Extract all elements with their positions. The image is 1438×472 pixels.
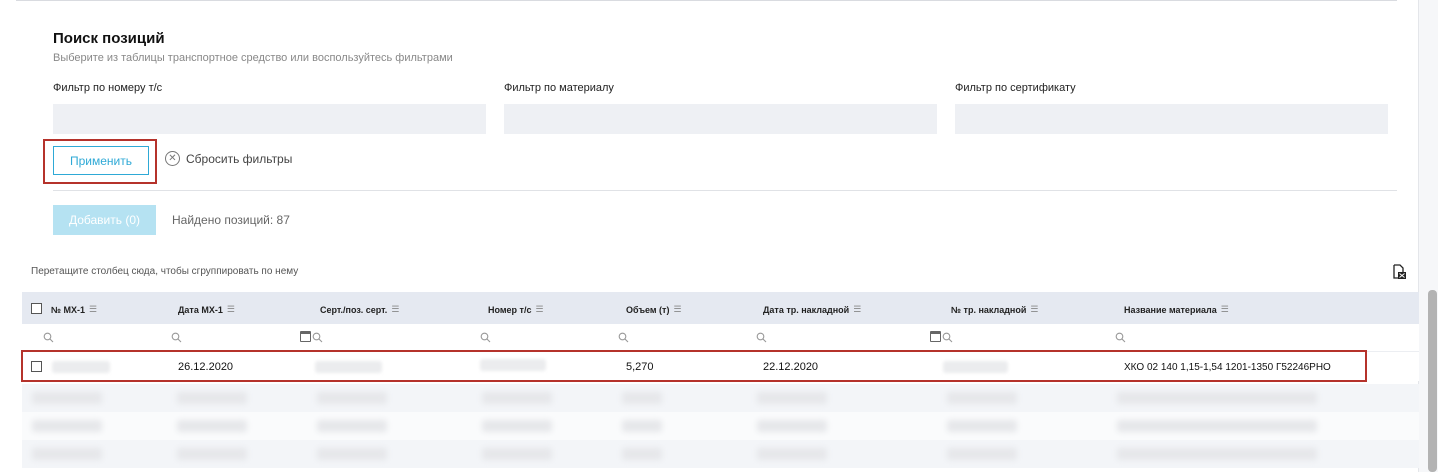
- search-icon[interactable]: [1115, 332, 1126, 343]
- column-header-mx1-number[interactable]: № МХ-1 ☰: [51, 304, 97, 315]
- apply-button[interactable]: Применить: [53, 146, 149, 175]
- column-header-waybill-number[interactable]: № тр. накладной ☰: [951, 304, 1038, 315]
- table-row[interactable]: [22, 440, 1419, 468]
- select-all-checkbox[interactable]: [31, 303, 42, 314]
- section-subtitle: Выберите из таблицы транспортное средств…: [53, 52, 453, 64]
- search-icon[interactable]: [312, 332, 323, 343]
- filter-icon[interactable]: ☰: [391, 304, 399, 315]
- certificate-filter-input[interactable]: [955, 104, 1388, 134]
- column-header-mx1-date[interactable]: Дата МХ-1 ☰: [178, 304, 235, 315]
- search-icon[interactable]: [480, 332, 491, 343]
- export-excel-icon[interactable]: [1392, 264, 1406, 279]
- reset-filters-button[interactable]: ✕ Сбросить фильтры: [165, 151, 292, 166]
- filter-icon[interactable]: ☰: [1030, 304, 1038, 315]
- table-row[interactable]: [22, 384, 1419, 412]
- filter-icon[interactable]: ☰: [535, 304, 543, 315]
- search-icon[interactable]: [942, 332, 953, 343]
- filter-icon[interactable]: ☰: [673, 304, 681, 315]
- group-panel-hint: Перетащите столбец сюда, чтобы сгруппиро…: [31, 266, 299, 277]
- positions-panel: Поиск позиций Выберите из таблицы трансп…: [0, 0, 1419, 472]
- filter-icon[interactable]: ☰: [227, 304, 235, 315]
- column-filter-row: [22, 324, 1419, 352]
- column-header-waybill-date[interactable]: Дата тр. накладной ☰: [763, 304, 861, 315]
- filter-icon[interactable]: ☰: [853, 304, 861, 315]
- filter-icon[interactable]: ☰: [1221, 304, 1229, 315]
- search-icon[interactable]: [43, 332, 54, 343]
- vehicle-filter-label: Фильтр по номеру т/с: [53, 82, 163, 94]
- close-circle-icon: ✕: [165, 151, 180, 166]
- calendar-icon[interactable]: [300, 331, 311, 342]
- page-scrollbar[interactable]: [1428, 290, 1437, 472]
- calendar-icon[interactable]: [930, 331, 941, 342]
- material-filter-input[interactable]: [504, 104, 937, 134]
- filters-divider: [53, 190, 1397, 191]
- search-icon[interactable]: [171, 332, 182, 343]
- table-row[interactable]: [22, 412, 1419, 440]
- search-icon[interactable]: [756, 332, 767, 343]
- found-count: Найдено позиций: 87: [172, 213, 290, 227]
- column-header-volume[interactable]: Объем (т) ☰: [626, 304, 682, 315]
- column-header-vehicle-number[interactable]: Номер т/с ☰: [488, 304, 544, 315]
- row-highlight-frame: [21, 350, 1367, 382]
- vehicle-filter-input[interactable]: [53, 104, 486, 134]
- material-filter-label: Фильтр по материалу: [504, 82, 614, 94]
- reset-filters-label: Сбросить фильтры: [186, 151, 293, 166]
- filter-icon[interactable]: ☰: [89, 304, 97, 315]
- section-title: Поиск позиций: [53, 30, 165, 47]
- search-icon[interactable]: [618, 332, 629, 343]
- certificate-filter-label: Фильтр по сертификату: [955, 82, 1076, 94]
- top-divider: [16, 0, 1397, 1]
- column-header-material-name[interactable]: Название материала ☰: [1124, 304, 1229, 315]
- column-header-certificate[interactable]: Серт./поз. серт. ☰: [320, 304, 399, 315]
- add-button[interactable]: Добавить (0): [53, 205, 156, 235]
